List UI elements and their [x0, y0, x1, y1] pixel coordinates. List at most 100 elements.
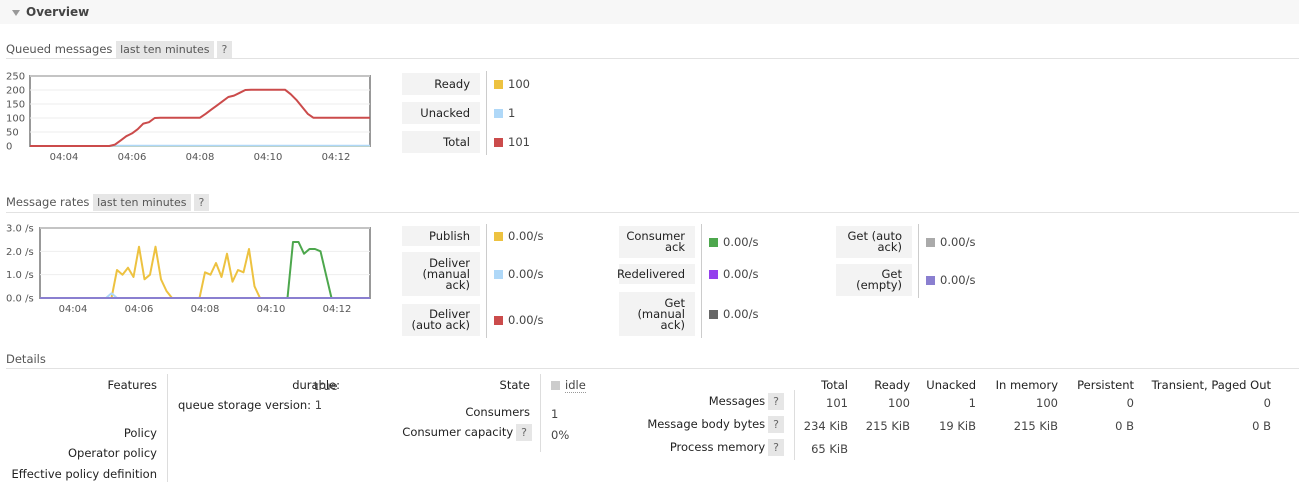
table-header: Ready — [874, 378, 910, 392]
rates-legend-item-value: 0.00/s — [709, 307, 758, 321]
queued-legend-item-value: 101 — [494, 135, 530, 149]
rates-legend-item-label: Consumer ack — [619, 226, 695, 258]
table-cell: 215 KiB — [1013, 419, 1058, 433]
rates-legend-item-value: 0.00/s — [709, 267, 758, 281]
rates-chart: 3.0 /s 2.0 /s 1.0 /s 0.0 /s 04:04 04:06 04:08… — [6, 224, 371, 315]
table-cell: 100 — [888, 396, 910, 410]
x-tick-label: 04:08 — [186, 152, 215, 163]
queued-help-button[interactable]: ? — [216, 41, 233, 58]
consumer-capacity-help-button[interactable]: ? — [516, 424, 532, 441]
y-tick-label: 50 — [6, 128, 19, 139]
table-cell: 101 — [826, 396, 848, 410]
y-tick-label: 0 — [6, 142, 12, 153]
rates-legend-item-value-text: 0.00/s — [723, 267, 759, 281]
x-tick-label: 04:10 — [257, 304, 286, 315]
table-row-help-button[interactable]: ? — [768, 439, 784, 456]
queued-messages-heading: Queued messages last ten minutes? — [6, 41, 233, 58]
y-tick-label: 3.0 /s — [6, 224, 34, 235]
table-header: Persistent — [1077, 378, 1134, 392]
y-tick-label: 1.0 /s — [6, 270, 34, 281]
x-tick-label: 04:10 — [254, 152, 283, 163]
consumer-capacity-value: 0% — [551, 428, 570, 442]
table-header: In memory — [995, 378, 1058, 392]
x-tick-label: 04:12 — [322, 152, 351, 163]
rates-legend-item-value: 0.00/s — [926, 235, 975, 249]
x-tick-label: 04:06 — [118, 152, 147, 163]
queued-legend-item-label: Ready — [402, 73, 480, 95]
x-tick-label: 04:12 — [323, 304, 352, 315]
legend-swatch-icon — [926, 238, 935, 247]
rates-legend-item-value-text: 0.00/s — [940, 273, 976, 287]
divider — [486, 71, 487, 155]
effective-policy-label: Effective policy definition — [11, 467, 157, 481]
legend-swatch-icon — [494, 109, 503, 118]
table-cell: 1 — [968, 396, 976, 410]
table-row-help-button[interactable]: ? — [768, 393, 784, 410]
queued-legend-item-value-text: 100 — [508, 77, 530, 91]
table-cell: 0 B — [1252, 419, 1271, 433]
queued-title: Queued messages — [6, 42, 113, 56]
divider — [540, 374, 541, 452]
y-tick-label: 0.0 /s — [6, 294, 34, 305]
state-value: idle — [551, 378, 586, 393]
rates-legend-item-label: Deliver (manual ack) — [402, 252, 480, 296]
features-label: Features — [107, 378, 157, 392]
rates-legend-item-value-text: 0.00/s — [723, 235, 759, 249]
legend-swatch-icon — [926, 276, 935, 285]
state-idle-text[interactable]: idle — [565, 378, 586, 393]
y-tick-label: 250 — [6, 72, 25, 83]
queued-plot-frame — [29, 75, 371, 147]
x-tick-label: 04:06 — [125, 304, 154, 315]
queue-storage-value: 1 — [314, 398, 323, 412]
rates-legend-item-label: Get (auto ack) — [836, 226, 912, 258]
table-cell: 0 B — [1115, 419, 1134, 433]
y-tick-label: 2.0 /s — [6, 247, 34, 258]
legend-swatch-icon — [709, 310, 718, 319]
consumer-capacity-row: Consumer capacity? — [380, 424, 532, 441]
overview-title: Overview — [26, 5, 90, 19]
legend-swatch-icon — [494, 232, 503, 241]
legend-swatch-icon — [494, 316, 503, 325]
table-cell: 100 — [1036, 396, 1058, 410]
divider — [794, 390, 795, 460]
divider — [6, 58, 1299, 59]
overview-header[interactable]: Overview — [0, 0, 1299, 24]
y-tick-label: 150 — [6, 100, 25, 111]
consumers-label: Consumers — [465, 405, 530, 419]
table-row-help-button[interactable]: ? — [768, 416, 784, 433]
x-tick-label: 04:08 — [191, 304, 220, 315]
rates-legend-item-label: Publish — [402, 226, 480, 246]
table-row-label-text: Messages — [708, 394, 766, 408]
state-label: State — [499, 378, 530, 392]
durable-value: true — [314, 379, 338, 393]
queue-storage-row: queue storage version: 1 — [178, 398, 322, 412]
overview-toggle[interactable]: Overview — [12, 5, 89, 19]
table-row-label: Messages? — [708, 393, 784, 410]
rates-legend-item-value-text: 0.00/s — [508, 313, 544, 327]
table-cell: 19 KiB — [939, 419, 976, 433]
rates-legend-item-label: Deliver (auto ack) — [402, 304, 480, 336]
table-cell: 234 KiB — [803, 419, 848, 433]
rates-legend-item-value: 0.00/s — [494, 229, 543, 243]
rates-legend-item-value: 0.00/s — [709, 235, 758, 249]
policy-label: Policy — [123, 426, 157, 440]
details-heading: Details — [6, 352, 46, 366]
rates-legend-item-value: 0.00/s — [494, 267, 543, 281]
queued-range-button[interactable]: last ten minutes — [116, 41, 214, 58]
divider — [167, 374, 168, 482]
table-cell: 0 — [1263, 396, 1271, 410]
table-row-label-text: Message body bytes — [647, 417, 766, 431]
rates-legend-item-label: Get (manual ack) — [619, 292, 695, 336]
divider — [701, 224, 702, 338]
rates-range-button[interactable]: last ten minutes — [93, 194, 191, 211]
divider — [6, 368, 1299, 369]
rates-legend-item-value: 0.00/s — [926, 273, 975, 287]
rates-title: Message rates — [6, 195, 90, 209]
divider — [918, 224, 919, 298]
rates-legend-item-value-text: 0.00/s — [940, 235, 976, 249]
rates-help-button[interactable]: ? — [193, 194, 210, 211]
x-tick-label: 04:04 — [59, 304, 88, 315]
queued-legend-item-value-text: 1 — [508, 106, 516, 120]
table-header: Unacked — [926, 378, 976, 392]
queued-legend-item-label: Total — [402, 131, 480, 153]
